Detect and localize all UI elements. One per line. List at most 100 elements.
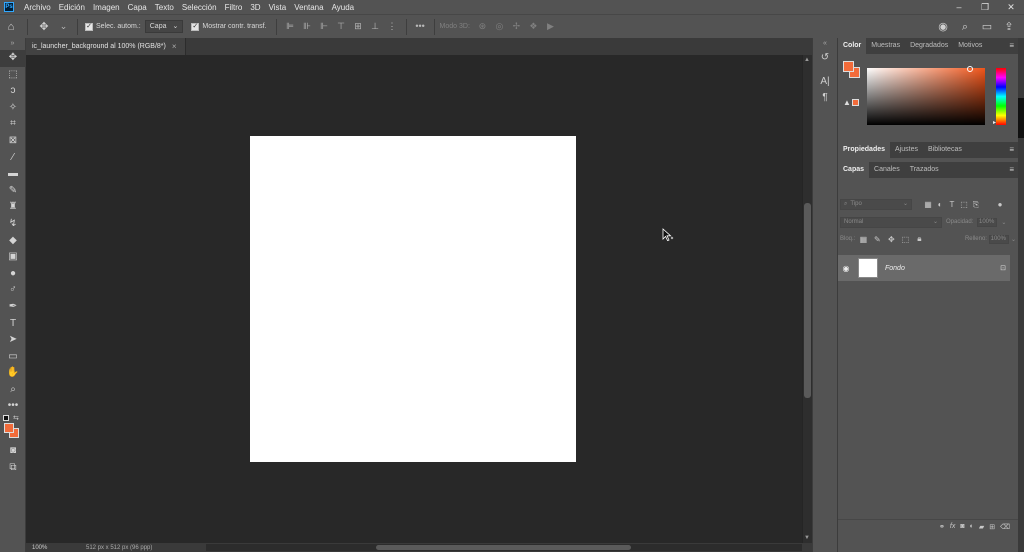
delete-layer-icon[interactable]: ⌫ — [1000, 523, 1010, 531]
rectangle-tool-icon[interactable]: ▭ — [0, 349, 26, 366]
menu-filtro[interactable]: Filtro — [221, 3, 247, 12]
chevron-down-icon[interactable]: ⌄ — [1011, 236, 1016, 243]
close-window-button[interactable]: ✕ — [998, 0, 1024, 14]
healing-brush-tool-icon[interactable]: ▬ — [0, 166, 26, 183]
filter-toggle-icon[interactable]: ● — [994, 200, 1006, 209]
filter-shape-icon[interactable]: ⬚ — [958, 200, 970, 209]
panel-menu-icon[interactable]: ≡ — [1009, 41, 1014, 50]
menu-ayuda[interactable]: Ayuda — [328, 3, 359, 12]
lock-position-icon[interactable]: ✥ — [885, 235, 897, 244]
zoom-level[interactable]: 100% — [26, 545, 56, 551]
new-layer-icon[interactable]: ⊞ — [989, 523, 995, 531]
fx-icon[interactable]: fx — [950, 523, 955, 530]
document-canvas[interactable] — [250, 136, 576, 462]
link-layers-icon[interactable]: ⚭ — [939, 523, 945, 531]
menu-seleccion[interactable]: Selección — [178, 3, 221, 12]
layer-filter-dropdown[interactable]: ⌕ Tipo ⌄ — [840, 199, 912, 210]
tab-trazados[interactable]: Trazados — [905, 162, 944, 178]
opacity-input[interactable]: 100% — [977, 217, 998, 227]
tab-degradados[interactable]: Degradados — [905, 38, 953, 54]
filter-pixel-icon[interactable]: ▦ — [922, 200, 934, 209]
color-picker-field[interactable] — [867, 68, 985, 125]
scroll-down-icon[interactable]: ▼ — [804, 535, 810, 541]
document-info[interactable]: 512 px x 512 px (96 ppp) — [56, 545, 196, 551]
paragraph-panel-icon[interactable]: ¶ — [813, 90, 837, 106]
menu-archivo[interactable]: Archivo — [20, 3, 55, 12]
tab-muestras[interactable]: Muestras — [866, 38, 905, 54]
close-icon[interactable]: × — [172, 42, 177, 51]
pen-tool-icon[interactable]: ✒ — [0, 299, 26, 316]
history-brush-tool-icon[interactable]: ↯ — [0, 216, 26, 233]
collapse-panels-icon[interactable]: « — [813, 38, 837, 50]
gamut-color-swatch[interactable] — [852, 99, 859, 106]
align-middle-v-icon[interactable]: ⊞ — [353, 21, 364, 32]
character-panel-icon[interactable]: A| — [813, 74, 837, 90]
lock-all-icon[interactable]: 🔒︎ — [913, 234, 925, 244]
swap-colors-icon[interactable]: ⇆ — [13, 414, 19, 422]
align-right-icon[interactable]: ⊩ — [319, 21, 330, 32]
filter-smart-object-icon[interactable]: ⎘ — [970, 200, 982, 210]
vertical-scrollbar[interactable]: ▲ ▼ — [802, 55, 812, 543]
search-icon[interactable]: ⌕ — [957, 19, 973, 35]
zoom-tool-icon[interactable]: ⌕ — [0, 382, 26, 399]
foreground-color-swatch[interactable] — [4, 423, 14, 434]
panel-menu-icon[interactable]: ≡ — [1009, 165, 1014, 174]
canvas-area[interactable] — [26, 55, 802, 543]
color-picker-marker[interactable] — [967, 66, 973, 72]
hue-slider-marker[interactable]: ▸ — [993, 119, 996, 126]
align-center-h-icon[interactable]: ⊪ — [302, 21, 313, 32]
lock-artboard-icon[interactable]: ⬚ — [899, 235, 911, 244]
horizontal-scroll-thumb[interactable] — [376, 545, 631, 550]
lock-image-icon[interactable]: ✎ — [871, 235, 883, 244]
marquee-tool-icon[interactable]: ⬚ — [0, 67, 26, 84]
lasso-tool-icon[interactable]: ↄ — [0, 83, 26, 100]
move-tool-icon[interactable]: ✥ — [0, 50, 26, 67]
user-icon[interactable]: ◉ — [935, 19, 951, 35]
blend-mode-dropdown[interactable]: Normal ⌄ — [840, 216, 942, 228]
auto-select-target-dropdown[interactable]: Capa ⌄ — [144, 20, 184, 33]
align-left-icon[interactable]: ⊫ — [285, 21, 296, 32]
distribute-icon[interactable]: ⋮ — [387, 21, 398, 32]
default-colors-icon[interactable] — [3, 415, 9, 422]
share-icon[interactable]: ⇪ — [1001, 19, 1017, 35]
eye-icon[interactable]: ◉ — [838, 264, 854, 273]
tab-bibliotecas[interactable]: Bibliotecas — [923, 142, 967, 158]
hue-slider[interactable] — [996, 68, 1006, 125]
tab-capas[interactable]: Capas — [838, 162, 870, 178]
menu-texto[interactable]: Texto — [151, 3, 178, 12]
gamut-warning-icon[interactable]: ▲ — [843, 98, 851, 107]
menu-capa[interactable]: Capa — [124, 3, 151, 12]
scroll-up-icon[interactable]: ▲ — [804, 57, 810, 63]
panel-menu-icon[interactable]: ≡ — [1009, 145, 1014, 154]
move-tool-preset-icon[interactable]: ✥ — [36, 19, 52, 35]
brush-tool-icon[interactable]: ✎ — [0, 183, 26, 200]
layer-name[interactable]: Fondo — [885, 265, 996, 272]
layer-row[interactable]: ◉ Fondo ⊡ — [838, 255, 1010, 281]
path-selection-tool-icon[interactable]: ➤ — [0, 332, 26, 349]
lock-transparent-icon[interactable]: ▦ — [857, 235, 869, 244]
tab-color[interactable]: Color — [838, 38, 867, 54]
restore-button[interactable]: ❐ — [972, 0, 998, 14]
collapse-toolbar-icon[interactable]: » — [0, 38, 25, 50]
more-options-icon[interactable]: ••• — [415, 21, 426, 32]
foreground-color-swatch[interactable] — [843, 61, 854, 72]
minimize-button[interactable]: – — [946, 0, 972, 14]
tab-motivos[interactable]: Motivos — [953, 38, 987, 54]
eyedropper-tool-icon[interactable]: ⁄ — [0, 150, 26, 167]
filter-type-icon[interactable]: T — [946, 200, 958, 209]
screen-mode-icon[interactable]: ⧉ — [0, 460, 26, 477]
workspace-icon[interactable]: ▭ — [979, 19, 995, 35]
frame-tool-icon[interactable]: ⊠ — [0, 133, 26, 150]
menu-edicion[interactable]: Edición — [55, 3, 89, 12]
type-tool-icon[interactable]: T — [0, 316, 26, 333]
adjustment-layer-icon[interactable]: ◐ — [970, 523, 974, 530]
quick-mask-icon[interactable]: ◙ — [0, 443, 26, 460]
clone-stamp-tool-icon[interactable]: ♜ — [0, 199, 26, 216]
document-tab[interactable]: ic_launcher_background al 100% (RGB/8*) … — [26, 38, 186, 55]
align-bottom-icon[interactable]: ⊥ — [370, 21, 381, 32]
show-transform-checkbox[interactable]: ✓ — [191, 22, 200, 31]
menu-vista[interactable]: Vista — [265, 3, 291, 12]
horizontal-scrollbar[interactable] — [206, 544, 802, 551]
edit-toolbar-icon[interactable]: ••• — [0, 398, 26, 415]
vertical-scroll-thumb[interactable] — [804, 203, 811, 398]
